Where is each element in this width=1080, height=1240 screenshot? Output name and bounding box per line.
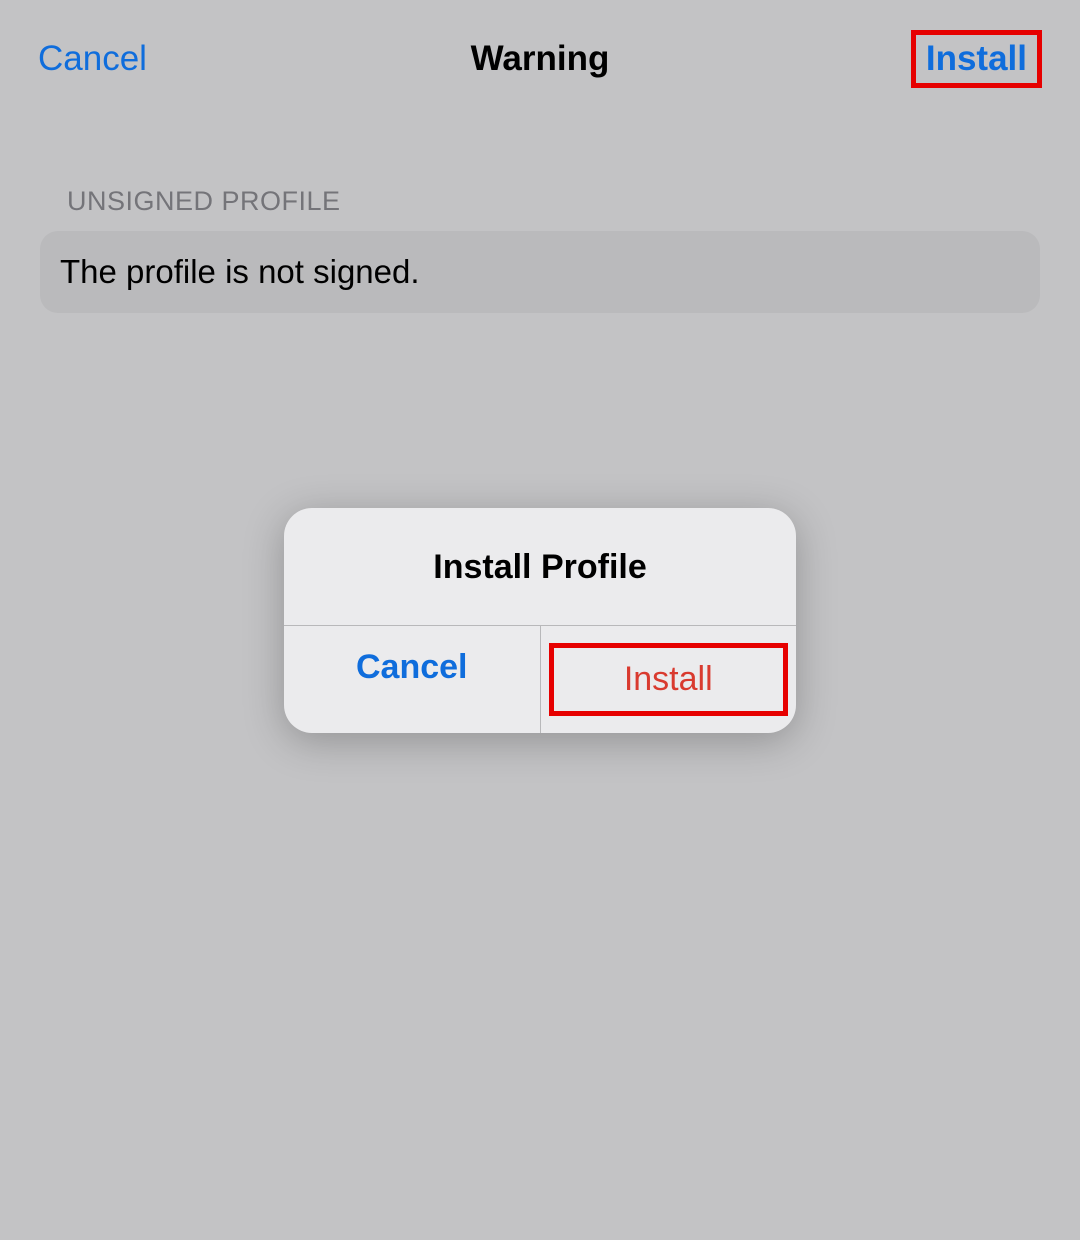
info-message: The profile is not signed. [60,253,1020,291]
alert-install-highlight: Install [549,643,788,716]
install-button[interactable]: Install [926,39,1027,78]
alert-dialog: Install Profile Cancel Install [284,508,796,733]
alert-install-label: Install [624,660,713,698]
info-box: The profile is not signed. [40,231,1040,313]
alert-button-row: Cancel Install [284,625,796,733]
alert-install-button[interactable]: Install [541,626,797,733]
page-title: Warning [471,39,610,79]
alert-cancel-button[interactable]: Cancel [284,626,541,733]
header-bar: Cancel Warning Install [0,0,1080,118]
install-button-highlight: Install [911,30,1042,88]
cancel-button[interactable]: Cancel [38,39,147,79]
alert-title: Install Profile [284,508,796,625]
section-header: UNSIGNED PROFILE [67,186,1080,217]
